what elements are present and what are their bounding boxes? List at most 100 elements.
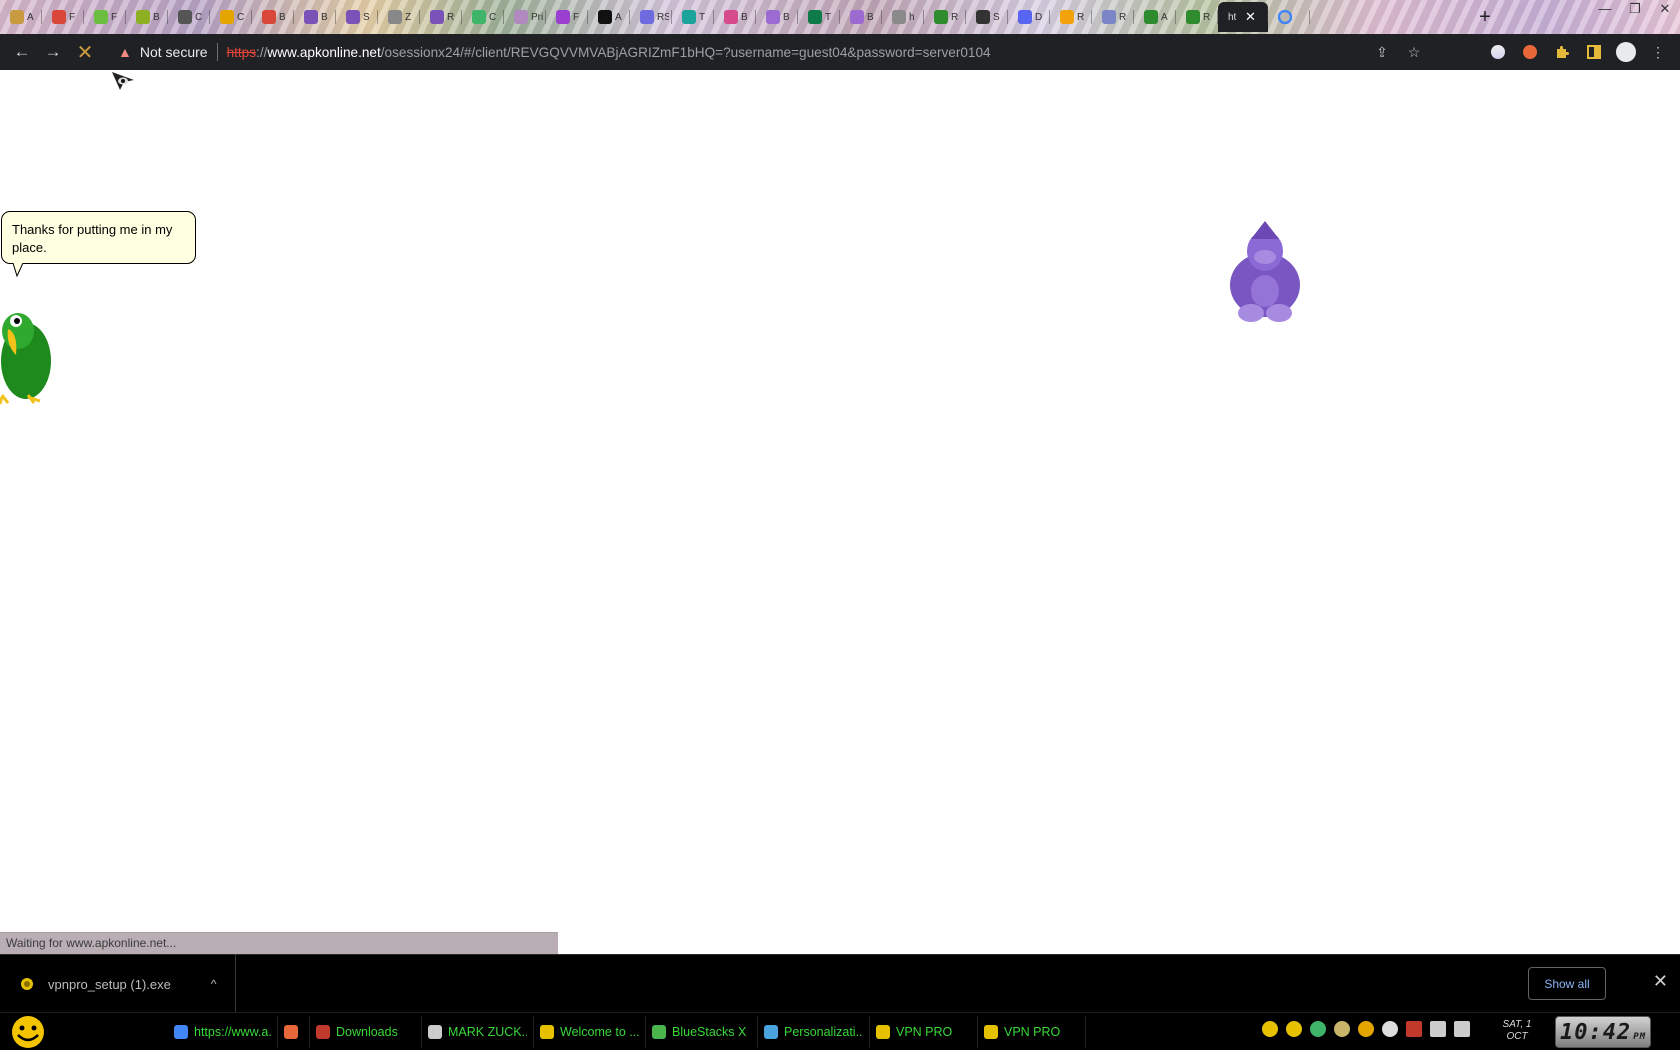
tab-favicon-icon [556, 10, 570, 24]
tab-favicon-icon [52, 10, 66, 24]
stop-loading-button[interactable]: ✕ [72, 39, 98, 65]
tab-favicon-icon [430, 10, 444, 24]
taskbar-item[interactable]: BlueStacks X [646, 1016, 758, 1048]
browser-tab[interactable]: B [126, 4, 168, 30]
extensions-puzzle-icon[interactable] [1546, 39, 1578, 65]
close-window-button[interactable]: ✕ [1650, 0, 1680, 20]
maximize-button[interactable]: ❐ [1620, 0, 1650, 20]
tray-icon[interactable] [1310, 1021, 1326, 1037]
browser-tab[interactable]: RSO [630, 4, 672, 30]
minimize-button[interactable]: — [1590, 0, 1620, 20]
volume-icon[interactable] [1454, 1021, 1470, 1037]
warning-icon[interactable]: ▲ [118, 44, 132, 60]
active-tab[interactable]: ht ✕ [1218, 2, 1268, 32]
tray-icon[interactable] [1382, 1021, 1398, 1037]
tray-icon[interactable] [1262, 1021, 1278, 1037]
browser-tab[interactable]: C [210, 4, 252, 30]
extension-icon[interactable] [1482, 39, 1514, 65]
profile-avatar-icon[interactable] [1610, 39, 1642, 65]
window-controls: — ❐ ✕ [1590, 0, 1680, 20]
page-content[interactable]: Thanks for putting me in my place. Waiti… [0, 70, 1680, 954]
browser-tab[interactable]: F [546, 4, 588, 30]
download-item[interactable]: vpnpro_setup (1).exe ^ [0, 955, 236, 1013]
tab-favicon-icon [136, 10, 150, 24]
taskbar-clock[interactable]: 10:42 PM [1555, 1016, 1651, 1048]
close-download-shelf-icon[interactable]: ✕ [1653, 971, 1668, 992]
taskbar-date[interactable]: SAT, 1 OCT [1494, 1019, 1540, 1043]
bookmark-star-icon[interactable]: ☆ [1398, 44, 1430, 61]
browser-tab[interactable]: B [840, 4, 882, 30]
tab-favicon-icon [94, 10, 108, 24]
browser-tab[interactable]: C [168, 4, 210, 30]
tab-favicon-icon [640, 10, 654, 24]
browser-tab[interactable]: R [1092, 4, 1134, 30]
url-scheme: https [226, 44, 257, 60]
taskbar-item[interactable]: Personalizati... [758, 1016, 870, 1048]
address-bar[interactable]: ▲ Not secure https://www.apkonline.net/o… [110, 38, 1430, 66]
omnibox-actions: ⇪ ☆ [1366, 44, 1430, 61]
browser-tab[interactable]: B [252, 4, 294, 30]
url-text[interactable]: https://www.apkonline.net/osessionx24/#/… [227, 45, 991, 60]
taskbar-item[interactable]: Downloads [310, 1016, 422, 1048]
browser-tab[interactable]: T [798, 4, 840, 30]
browser-tab[interactable]: Z [378, 4, 420, 30]
tab-title: h [909, 11, 915, 23]
taskbar-items: https://www.a... Downloads MARK ZUCK... Wel… [168, 1016, 1086, 1048]
browser-tab[interactable]: B [714, 4, 756, 30]
start-button-smiley-icon[interactable] [8, 1015, 48, 1049]
taskbar-item-label: VPN PRO [1004, 1025, 1061, 1039]
tab-title: B [153, 11, 160, 23]
browser-tab[interactable]: A [1134, 4, 1176, 30]
browser-tab[interactable]: F [42, 4, 84, 30]
browser-tab[interactable]: F [84, 4, 126, 30]
browser-tab[interactable]: S [336, 4, 378, 30]
forward-button[interactable]: → [40, 39, 66, 65]
extension-icon[interactable] [1514, 39, 1546, 65]
chevron-up-icon[interactable]: ^ [211, 977, 217, 991]
chrome-menu-icon[interactable]: ⋮ [1642, 39, 1674, 65]
tab-title: F [69, 11, 76, 23]
show-all-downloads-button[interactable]: Show all [1528, 967, 1606, 1000]
browser-tab[interactable]: D [1008, 4, 1050, 30]
browser-tab[interactable]: C [462, 4, 504, 30]
browser-tab[interactable]: B [294, 4, 336, 30]
browser-tab[interactable]: Priva [504, 4, 546, 30]
back-button[interactable]: ← [9, 39, 35, 65]
browser-tab[interactable]: A [0, 4, 42, 30]
search-icon[interactable] [1358, 1021, 1374, 1037]
close-tab-icon[interactable]: ✕ [1245, 9, 1256, 25]
side-panel-icon[interactable] [1578, 39, 1610, 65]
browser-tab[interactable]: S [966, 4, 1008, 30]
taskbar-item[interactable]: MARK ZUCK... [422, 1016, 534, 1048]
tray-icon[interactable] [1406, 1021, 1422, 1037]
app-icon [316, 1025, 330, 1039]
browser-tab[interactable]: A [588, 4, 630, 30]
parrot-character[interactable] [0, 305, 56, 405]
taskbar-item[interactable] [278, 1016, 310, 1048]
taskbar-item[interactable]: VPN PRO [870, 1016, 978, 1048]
browser-tab[interactable]: T [672, 4, 714, 30]
purple-agent-character[interactable] [1225, 219, 1305, 323]
tray-icon[interactable] [1286, 1021, 1302, 1037]
tray-icon[interactable] [1334, 1021, 1350, 1037]
app-icon [876, 1025, 890, 1039]
tab-title: C [489, 11, 497, 23]
taskbar-item[interactable]: https://www.a... [168, 1016, 278, 1048]
tab-title: RSO [657, 11, 669, 23]
browser-tab[interactable]: R [420, 4, 462, 30]
network-icon[interactable] [1430, 1021, 1446, 1037]
browser-tab[interactable]: h [882, 4, 924, 30]
tab-title: S [363, 11, 370, 23]
new-tab-button[interactable]: + [1474, 6, 1496, 29]
taskbar-item[interactable]: Welcome to ... [534, 1016, 646, 1048]
tab-title: Z [405, 11, 412, 23]
browser-tab[interactable]: R [924, 4, 966, 30]
taskbar-item-label: https://www.a... [194, 1025, 271, 1039]
browser-tab[interactable]: R [1176, 4, 1218, 30]
security-status[interactable]: Not secure [140, 44, 208, 60]
taskbar-item[interactable]: VPN PRO [978, 1016, 1086, 1048]
share-icon[interactable]: ⇪ [1366, 44, 1398, 61]
browser-tab[interactable]: B [756, 4, 798, 30]
google-tab[interactable] [1268, 4, 1310, 30]
browser-tab[interactable]: R [1050, 4, 1092, 30]
